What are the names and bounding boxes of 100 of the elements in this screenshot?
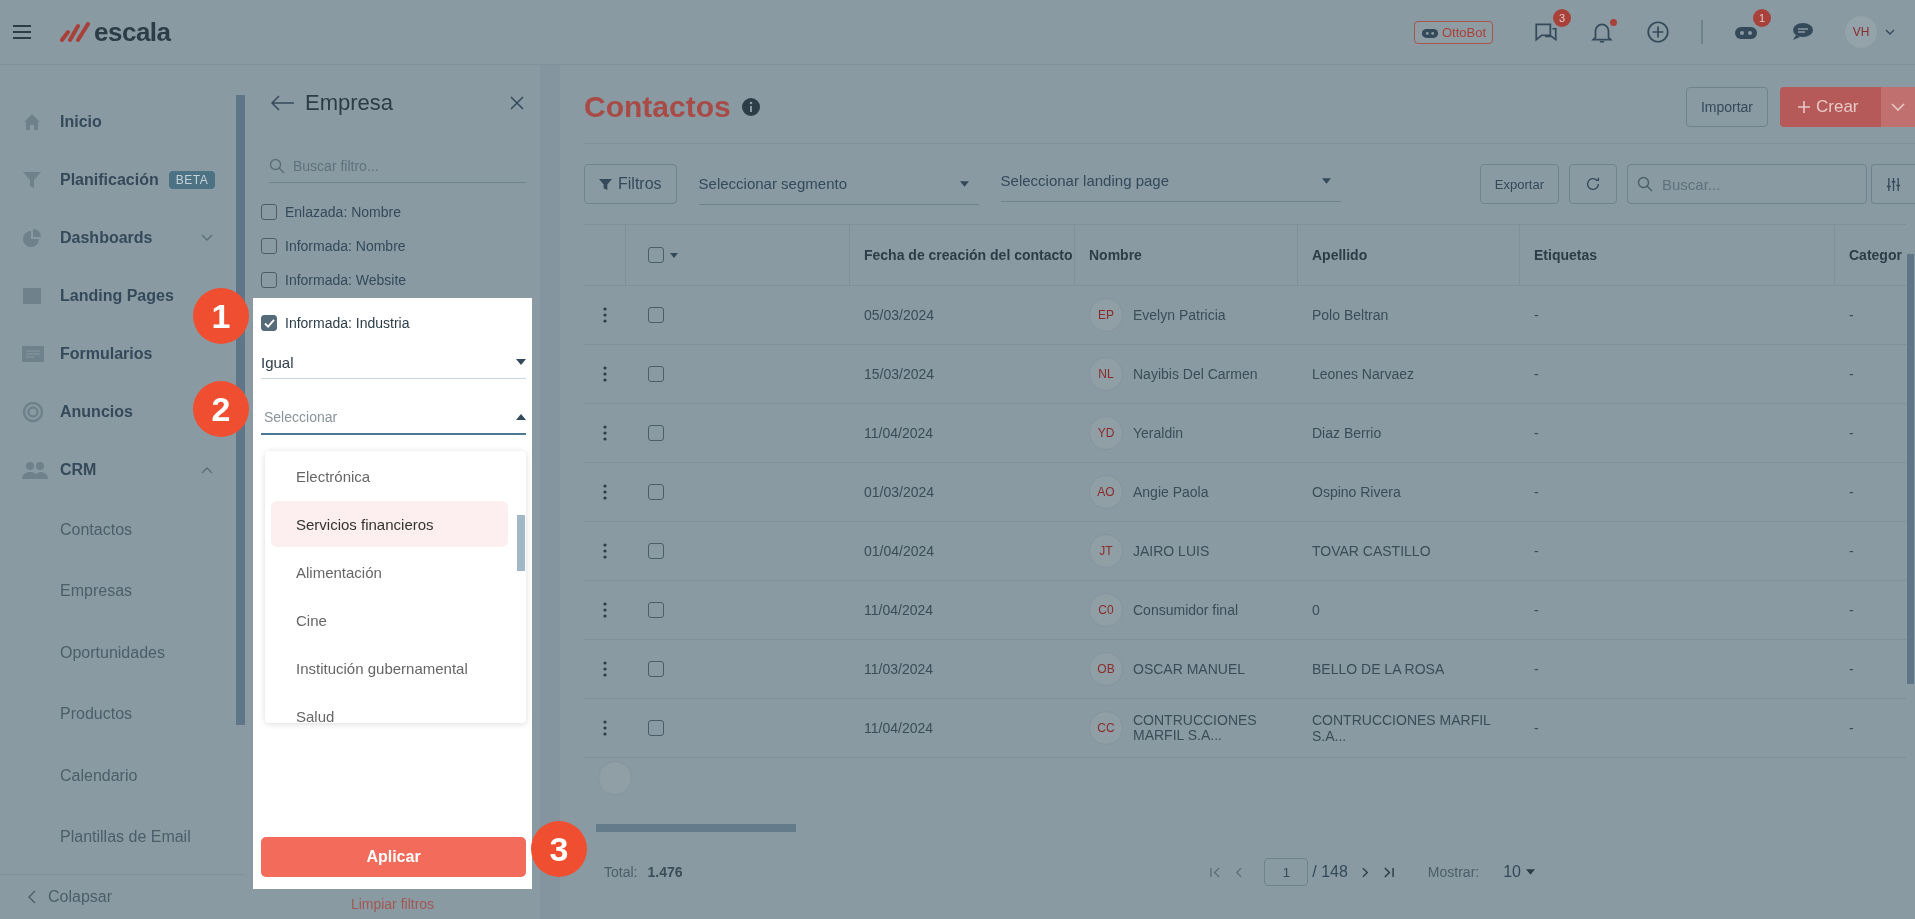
more-options-icon[interactable] xyxy=(603,602,607,618)
value-select[interactable]: Seleccionar xyxy=(261,401,526,435)
next-page-icon[interactable] xyxy=(1361,866,1369,878)
bot-button[interactable]: OttoBot xyxy=(1413,20,1493,44)
sidebar-subitem[interactable]: Oportunidades xyxy=(0,622,233,684)
sidebar-item[interactable]: Inicio xyxy=(0,93,122,151)
more-options-icon[interactable] xyxy=(603,307,607,323)
dropdown-option[interactable]: Cine xyxy=(271,597,508,643)
filters-button[interactable]: Filtros xyxy=(584,164,677,204)
table-cell-text: 11/04/2024 xyxy=(863,601,935,620)
collapse-link[interactable]: Colapsar xyxy=(0,874,245,919)
sidebar-item[interactable]: Dashboards xyxy=(0,209,233,267)
operator-select[interactable]: Igual xyxy=(261,346,526,379)
checkbox[interactable] xyxy=(261,238,277,254)
search-icon xyxy=(1637,176,1653,192)
previous-page-icon[interactable] xyxy=(1235,866,1243,878)
first-page-icon[interactable] xyxy=(1210,866,1222,878)
column-header[interactable]: Categor xyxy=(1835,225,1906,285)
slashes-logo-icon xyxy=(60,22,90,42)
more-options-icon[interactable] xyxy=(603,425,607,441)
search-icon xyxy=(269,158,285,174)
page-title: Contactos xyxy=(584,90,731,124)
scrollbar-thumb[interactable] xyxy=(596,824,796,832)
more-options-icon[interactable] xyxy=(603,720,607,736)
dropdown-option[interactable]: Salud xyxy=(271,693,508,723)
plus-icon xyxy=(1798,101,1810,113)
segment-select[interactable]: Seleccionar segmento xyxy=(698,163,979,205)
scrollbar-thumb[interactable] xyxy=(1907,254,1914,684)
sidebar-item[interactable]: CRM xyxy=(0,441,233,499)
page-icon xyxy=(22,286,42,306)
sidebar-item[interactable]: Landing Pages xyxy=(0,267,194,325)
row-checkbox[interactable] xyxy=(648,720,664,736)
checkbox[interactable] xyxy=(261,204,277,220)
more-options-icon[interactable] xyxy=(603,484,607,500)
export-button[interactable]: Exportar xyxy=(1479,164,1559,204)
initials-avatar: C0 xyxy=(1089,593,1123,627)
row-checkbox[interactable] xyxy=(648,543,664,559)
checkbox[interactable] xyxy=(261,315,277,331)
table-cell-text: 0 xyxy=(1311,601,1321,620)
scrollbar-thumb[interactable] xyxy=(517,515,525,571)
landing-page-select[interactable]: Seleccionar landing page xyxy=(1000,160,1341,202)
sidebar-subitem[interactable]: Calendario xyxy=(0,745,233,807)
refresh-button[interactable] xyxy=(1569,164,1617,204)
table-cell-text: - xyxy=(1848,483,1855,502)
dropdown-option[interactable]: Alimentación xyxy=(271,549,508,595)
close-icon[interactable] xyxy=(510,96,524,110)
column-header[interactable]: Etiquetas xyxy=(1520,225,1835,285)
caret-down-icon xyxy=(516,359,526,365)
initials-avatar: NL xyxy=(1089,357,1123,391)
caret-down-icon[interactable] xyxy=(670,252,678,258)
import-button[interactable]: Importar xyxy=(1685,87,1768,127)
initials-avatar: CC xyxy=(1089,711,1123,745)
column-header[interactable]: Fecha de creación del contacto xyxy=(850,225,1075,285)
caret-icon[interactable] xyxy=(1885,29,1895,35)
row-checkbox[interactable] xyxy=(648,366,664,382)
sidebar-item[interactable]: Anuncios xyxy=(0,383,153,441)
info-icon[interactable] xyxy=(740,97,761,117)
more-options-icon[interactable] xyxy=(603,661,607,677)
initials-avatar: AO xyxy=(1089,475,1123,509)
column-header[interactable]: Nombre xyxy=(1075,225,1298,285)
step-number-marker: 2 xyxy=(193,381,249,437)
apply-button[interactable]: Aplicar xyxy=(261,837,526,877)
table-cell-text: 11/04/2024 xyxy=(863,719,935,738)
table-cell-text: - xyxy=(1848,719,1855,738)
filter-label: Informada: Nombre xyxy=(285,238,406,254)
more-options-icon[interactable] xyxy=(603,366,607,382)
column-header[interactable]: Apellido xyxy=(1298,225,1520,285)
table-cell-text: - xyxy=(1848,542,1855,561)
back-arrow-icon[interactable] xyxy=(271,95,295,111)
logo-text: escala xyxy=(94,16,171,48)
sidebar-item[interactable]: Formularios xyxy=(0,325,173,383)
page-number-field[interactable]: 1 xyxy=(1264,858,1309,886)
dropdown-option[interactable]: Electrónica xyxy=(271,453,508,499)
page-size-select[interactable]: 10 xyxy=(1503,863,1535,881)
sidebar-subitem[interactable]: Empresas xyxy=(0,560,233,622)
more-options-icon[interactable] xyxy=(603,543,607,559)
last-page-icon[interactable] xyxy=(1382,866,1394,878)
sidebar-item[interactable]: Planificación BETA xyxy=(0,151,236,209)
checkbox[interactable] xyxy=(261,272,277,288)
caret-down-icon xyxy=(959,180,969,187)
columns-settings-button[interactable] xyxy=(1871,164,1915,204)
sidebar-subitem[interactable]: Contactos xyxy=(0,499,233,561)
select-all-checkbox[interactable] xyxy=(648,247,664,263)
chevron-up-icon[interactable] xyxy=(201,466,213,474)
row-checkbox[interactable] xyxy=(648,661,664,677)
sidebar-subitem[interactable]: Plantillas de Email xyxy=(0,806,233,868)
row-checkbox[interactable] xyxy=(648,484,664,500)
row-checkbox[interactable] xyxy=(648,602,664,618)
menu-icon[interactable] xyxy=(12,24,32,40)
user-avatar[interactable]: VH xyxy=(1845,16,1877,48)
chevron-down-icon[interactable] xyxy=(201,234,213,242)
dropdown-option[interactable]: Servicios financieros xyxy=(271,501,508,547)
step-number-marker: 3 xyxy=(531,821,587,877)
row-checkbox[interactable] xyxy=(648,307,664,323)
add-circle-icon[interactable] xyxy=(1645,19,1671,45)
row-checkbox[interactable] xyxy=(648,425,664,441)
clear-filters-link[interactable]: Limpiar filtros xyxy=(253,889,532,919)
dropdown-option[interactable]: Institución gubernamental xyxy=(271,645,508,691)
create-button[interactable]: Crear xyxy=(1780,87,1915,127)
sidebar-subitem[interactable]: Productos xyxy=(0,683,233,745)
